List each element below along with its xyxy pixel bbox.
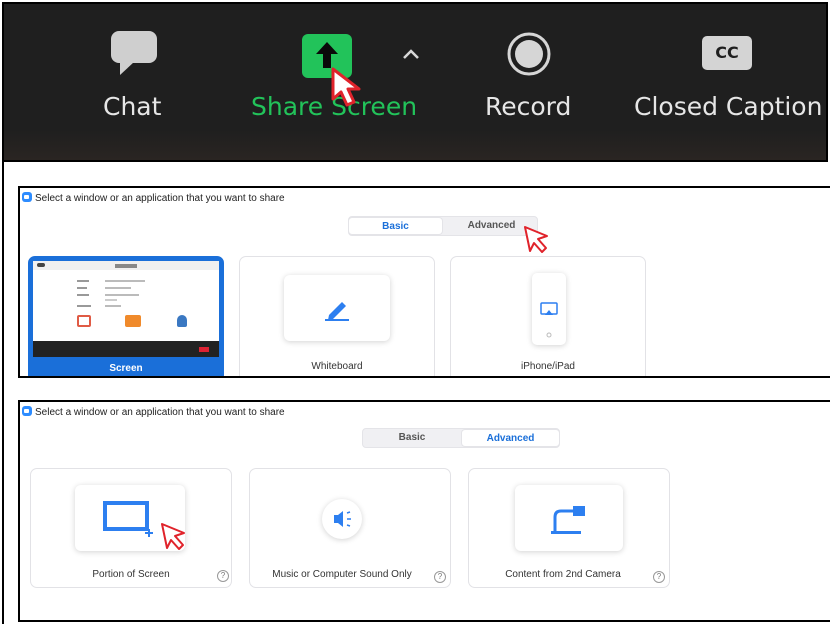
portion-of-screen-card[interactable]: Portion of Screen ? bbox=[30, 468, 232, 588]
panel-title: Select a window or an application that y… bbox=[22, 406, 285, 418]
iphone-airplay-icon bbox=[532, 273, 566, 345]
share-panel-advanced: Select a window or an application that y… bbox=[18, 400, 830, 622]
card-label-screen: Screen bbox=[109, 363, 143, 374]
speaker-icon bbox=[322, 499, 362, 539]
chat-button[interactable]: Chat bbox=[64, 4, 204, 134]
zoom-app-icon bbox=[22, 406, 32, 416]
screen-thumbnail bbox=[33, 261, 219, 357]
second-camera-card[interactable]: Content from 2nd Camera ? bbox=[468, 468, 670, 588]
mouse-cursor-icon bbox=[331, 67, 361, 107]
tab-basic[interactable]: Basic bbox=[348, 217, 443, 235]
closed-caption-button[interactable]: CC Closed Caption bbox=[632, 4, 826, 134]
card-label-whiteboard: Whiteboard bbox=[311, 361, 363, 372]
chat-label: Chat bbox=[103, 92, 162, 121]
card-label-iphone: iPhone/iPad bbox=[521, 361, 575, 372]
panel-title-text: Select a window or an application that y… bbox=[35, 407, 285, 418]
chevron-up-icon[interactable] bbox=[402, 48, 420, 60]
pen-icon bbox=[325, 302, 349, 321]
chat-bubble-icon bbox=[111, 31, 157, 75]
whiteboard-card[interactable]: Whiteboard bbox=[239, 256, 435, 376]
cc-icon: CC bbox=[702, 36, 752, 70]
panel-title: Select a window or an application that y… bbox=[22, 192, 285, 204]
camera-icon bbox=[551, 506, 585, 534]
share-panel-basic: Select a window or an application that y… bbox=[18, 186, 830, 378]
card-label-portion: Portion of Screen bbox=[92, 569, 170, 580]
portion-of-screen-icon bbox=[103, 501, 153, 537]
screen-card[interactable]: Screen bbox=[28, 256, 224, 376]
tab-advanced[interactable]: Advanced bbox=[461, 429, 560, 447]
card-label-camera: Content from 2nd Camera bbox=[505, 569, 621, 580]
tab-switcher: Basic Advanced bbox=[362, 428, 560, 448]
tab-switcher: Basic Advanced bbox=[348, 216, 538, 236]
help-icon[interactable]: ? bbox=[653, 571, 665, 583]
record-circle-icon bbox=[507, 32, 551, 76]
mouse-cursor-icon bbox=[524, 226, 548, 253]
panel-title-text: Select a window or an application that y… bbox=[35, 193, 285, 204]
record-button[interactable]: Record bbox=[474, 4, 594, 134]
closed-caption-label: Closed Caption bbox=[634, 92, 823, 121]
card-label-sound: Music or Computer Sound Only bbox=[272, 569, 412, 580]
zoom-app-icon bbox=[22, 192, 32, 202]
computer-sound-card[interactable]: Music or Computer Sound Only ? bbox=[249, 468, 451, 588]
toolbar-bottom-band bbox=[4, 130, 826, 160]
help-icon[interactable]: ? bbox=[434, 571, 446, 583]
iphone-ipad-card[interactable]: iPhone/iPad bbox=[450, 256, 646, 376]
mouse-cursor-icon bbox=[161, 523, 185, 550]
meeting-toolbar: Chat Share Screen Record CC Closed Capti… bbox=[2, 2, 828, 162]
record-label: Record bbox=[485, 92, 572, 121]
help-icon[interactable]: ? bbox=[217, 570, 229, 582]
tab-basic[interactable]: Basic bbox=[363, 429, 461, 447]
frame-border-left bbox=[2, 162, 4, 624]
